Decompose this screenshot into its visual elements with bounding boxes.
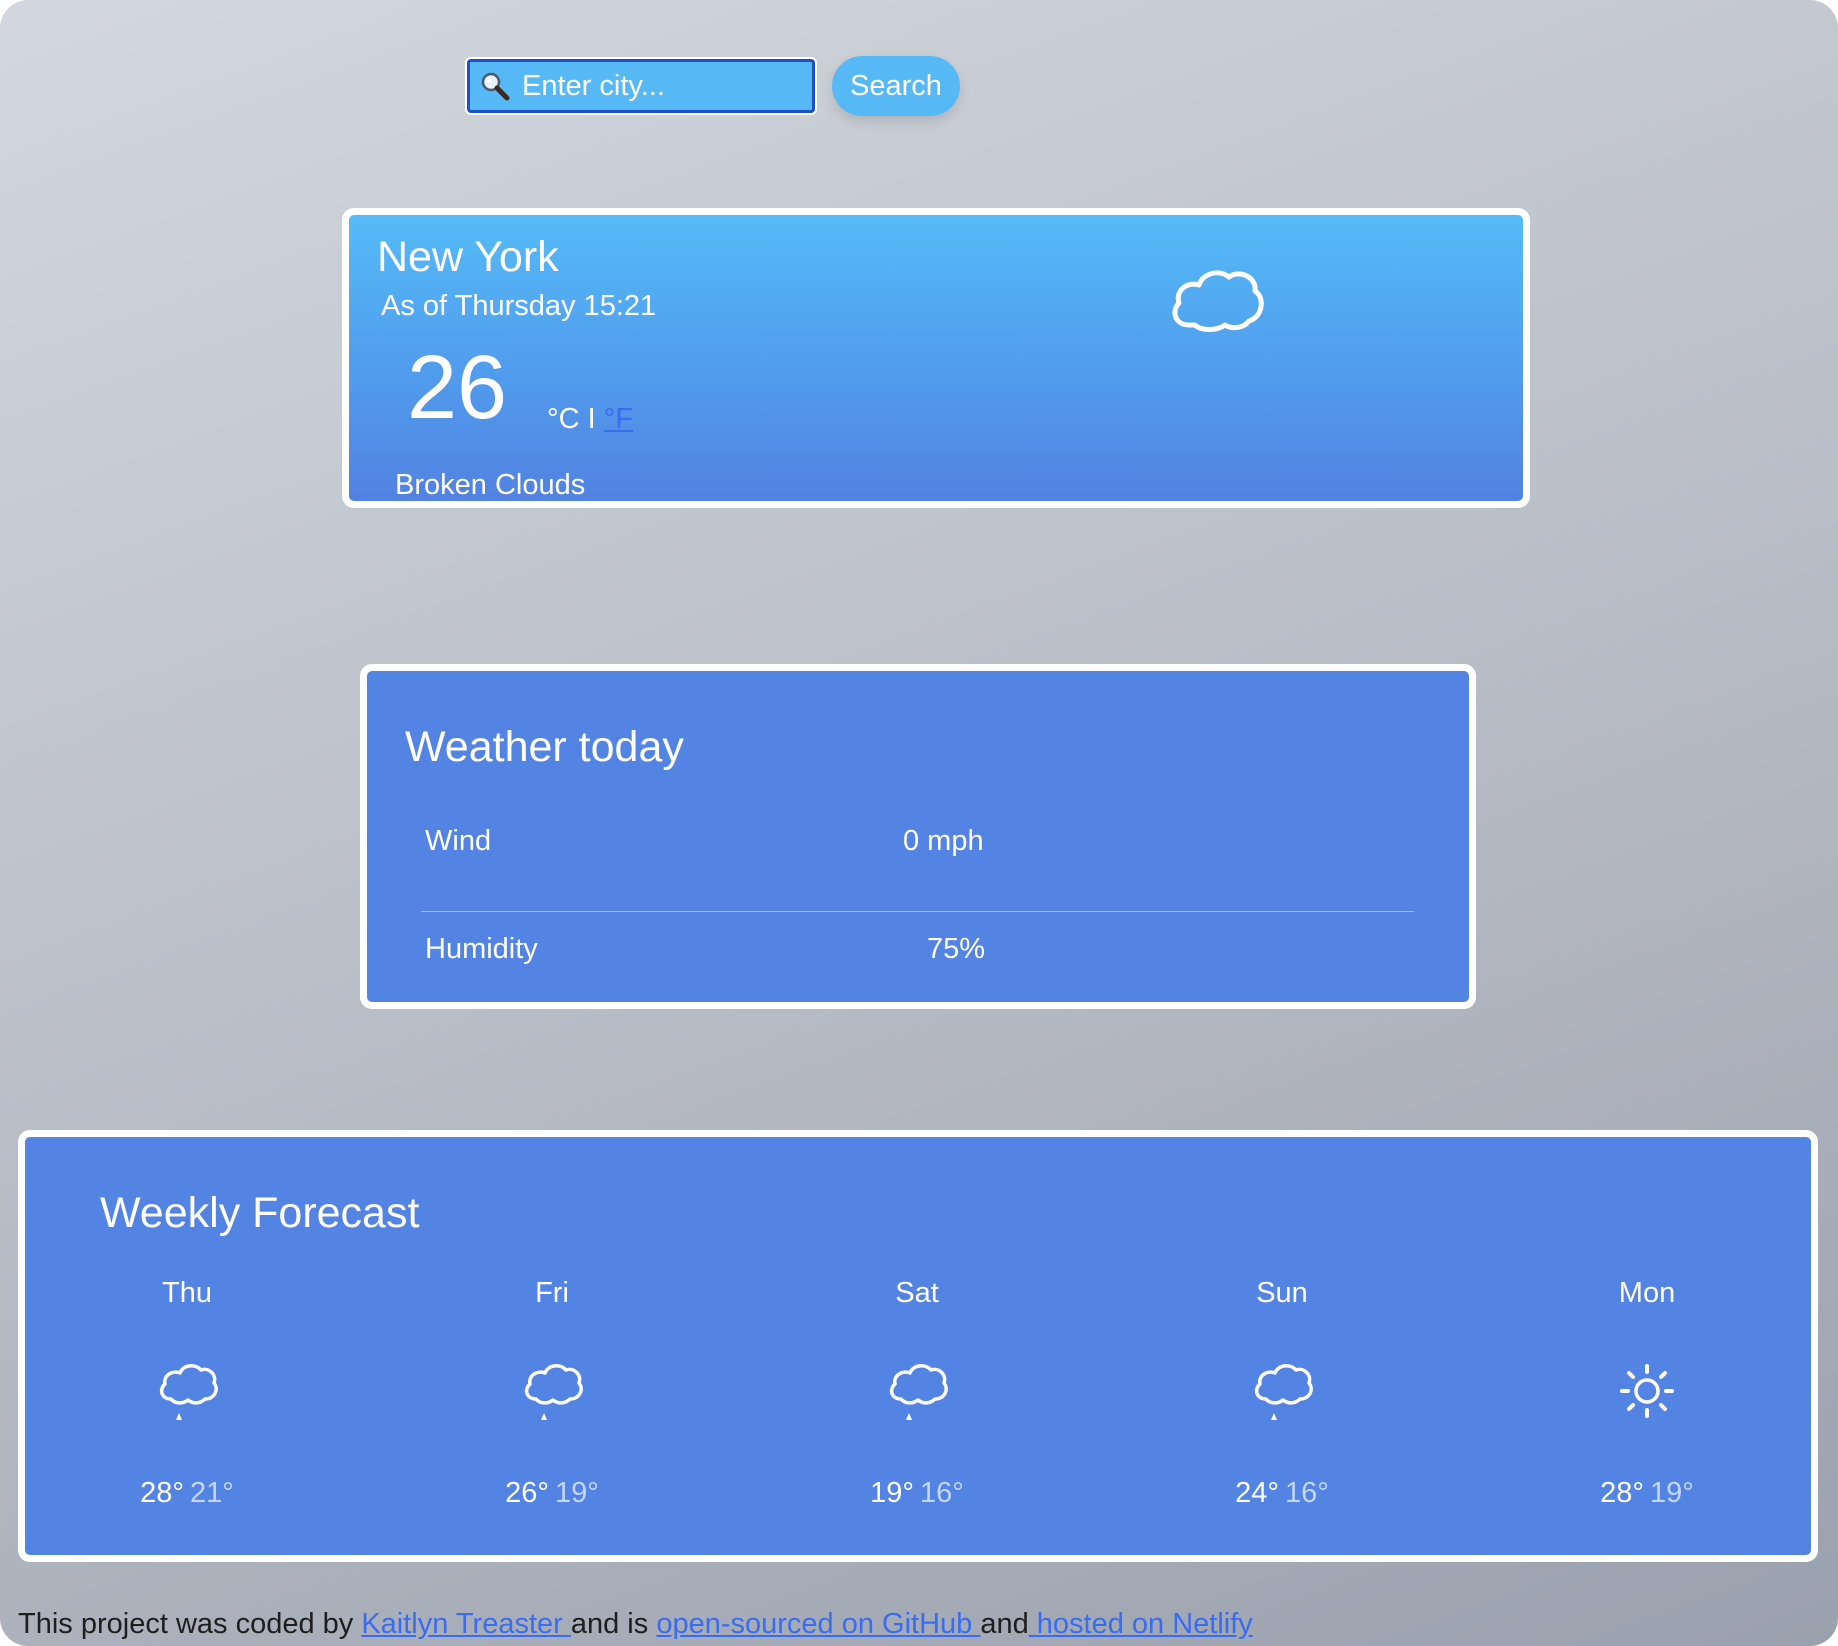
github-link[interactable]: open-sourced on GitHub	[656, 1608, 980, 1640]
forecast-temps: 28° 21°	[87, 1477, 287, 1510]
forecast-max: 19°	[870, 1477, 914, 1509]
app-window: Search New York As of Thursday 15:21 26 …	[0, 0, 1838, 1646]
forecast-day: Fri 26° 19°	[452, 1277, 652, 1510]
weather-description: Broken Clouds	[395, 469, 586, 501]
weekly-forecast-title: Weekly Forecast	[100, 1189, 420, 1237]
humidity-row: Humidity 75%	[421, 933, 1414, 1003]
humidity-label: Humidity	[425, 933, 538, 965]
current-weather-card: New York As of Thursday 15:21 26 °C I °F…	[342, 208, 1530, 508]
forecast-min: 16°	[920, 1477, 964, 1509]
forecast-max: 28°	[1600, 1477, 1644, 1509]
wind-label: Wind	[425, 825, 492, 857]
search-field[interactable]	[467, 59, 899, 113]
wind-value: 0 mph	[903, 825, 984, 857]
forecast-temps: 19° 16°	[817, 1477, 1017, 1510]
forecast-temps: 26° 19°	[452, 1477, 652, 1510]
city-name: New York	[377, 233, 559, 281]
unit-separator: I	[579, 403, 604, 435]
forecast-day-name: Sun	[1256, 1277, 1308, 1309]
forecast-min: 21°	[190, 1477, 234, 1509]
footer-middle: and is	[570, 1608, 657, 1640]
forecast-day-name: Mon	[1618, 1277, 1676, 1309]
forecast-day: Sat 19° 16°	[817, 1277, 1017, 1510]
forecast-min: 19°	[555, 1477, 599, 1509]
row-divider	[421, 911, 1414, 912]
unit-toggle: °C I °F	[547, 403, 633, 436]
footer: This project was coded by Kaitlyn Treast…	[18, 1608, 1253, 1641]
weather-today-title: Weather today	[405, 723, 684, 771]
forecast-day: Mon 28° 19°	[1547, 1277, 1747, 1510]
cloud-icon	[1167, 259, 1267, 341]
forecast-day-name: Fri	[535, 1277, 569, 1309]
forecast-max: 28°	[140, 1477, 184, 1509]
forecast-temps: 28° 19°	[1547, 1477, 1747, 1510]
forecast-min: 19°	[1650, 1477, 1694, 1509]
humidity-value: 75%	[927, 933, 986, 965]
rain-cloud-icon	[524, 1364, 583, 1420]
current-temperature: 26	[407, 338, 508, 438]
unit-fahrenheit-link[interactable]: °F	[604, 403, 633, 435]
sun-icon	[1620, 1364, 1674, 1418]
weekly-forecast-card: Weekly Forecast Thu 28° 21° Fri 26° 19° Sa…	[18, 1130, 1818, 1562]
weather-today-card: Weather today Wind 0 mph Humidity 75%	[360, 664, 1476, 1009]
author-link[interactable]: Kaitlyn Treaster	[361, 1608, 571, 1640]
rain-cloud-icon	[1254, 1364, 1313, 1420]
rain-cloud-icon	[889, 1364, 948, 1420]
search-button[interactable]: Search	[832, 56, 960, 116]
forecast-day-name: Thu	[162, 1277, 212, 1309]
rain-cloud-icon	[159, 1364, 218, 1420]
forecast-max: 26°	[505, 1477, 549, 1509]
footer-prefix: This project was coded by	[18, 1608, 362, 1640]
forecast-day-name: Sat	[895, 1277, 939, 1309]
search-icon	[478, 69, 512, 103]
footer-and: and	[980, 1608, 1029, 1640]
forecast-temps: 24° 16°	[1182, 1477, 1382, 1510]
forecast-max: 24°	[1235, 1477, 1279, 1509]
netlify-link[interactable]: hosted on Netlify	[1029, 1608, 1253, 1640]
forecast-day: Thu 28° 21°	[87, 1277, 287, 1510]
wind-row: Wind 0 mph	[421, 825, 1414, 895]
unit-celsius[interactable]: °C	[547, 403, 580, 435]
forecast-day: Sun 24° 16°	[1182, 1277, 1382, 1510]
forecast-min: 16°	[1285, 1477, 1329, 1509]
updated-time: As of Thursday 15:21	[381, 290, 657, 322]
